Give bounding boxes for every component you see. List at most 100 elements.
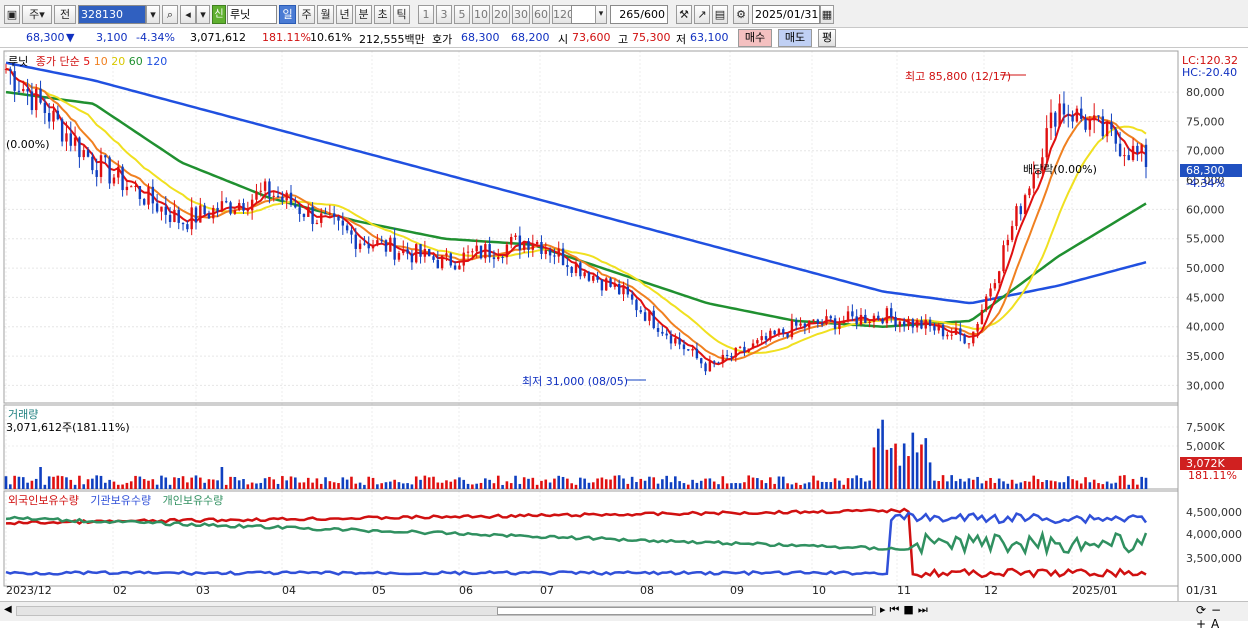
volume-bar (73, 484, 77, 489)
candle-body (1101, 116, 1105, 137)
candle-body (246, 210, 250, 212)
candle-body (1075, 108, 1079, 122)
eval-button[interactable]: 평 (818, 29, 836, 47)
speaker-icon[interactable]: ◂ (180, 5, 196, 24)
volume-bar (82, 484, 86, 489)
scroll-left-icon[interactable]: ◀ (4, 604, 12, 615)
hc-label: HC:-20.40 (1182, 66, 1238, 79)
tool-icon[interactable]: ⚒ (676, 5, 692, 24)
candle-body (250, 199, 254, 211)
scroll-track[interactable] (16, 606, 876, 616)
volume-bar (393, 479, 396, 489)
prefix-button[interactable]: 전 (54, 5, 76, 24)
chevron-down-icon[interactable]: ▾ (196, 5, 210, 24)
minute-button[interactable]: 20 (492, 5, 510, 24)
candle-body (181, 222, 185, 225)
zoom-controls[interactable]: ⟳−+A (1196, 603, 1248, 631)
window-icon[interactable]: ▣ (4, 5, 20, 24)
candle-body (1084, 118, 1087, 130)
chart-svg[interactable]: 30,000 35,000 40,000 45,000 50,000 55,000 60,0… (0, 48, 1248, 601)
gear-icon[interactable]: ⚙ (733, 5, 749, 24)
mode-select[interactable]: 주▾ (22, 5, 52, 24)
volume-bar (358, 482, 362, 489)
candle-body (164, 206, 167, 215)
search-icon[interactable]: ⌕ (162, 5, 178, 24)
candle-body (363, 243, 366, 245)
period-button[interactable]: 분 (355, 5, 372, 24)
candle-body (281, 196, 284, 201)
volume-bar (341, 477, 345, 489)
scroll-thumb[interactable] (497, 607, 873, 615)
volume-bar (639, 478, 643, 489)
minute-button[interactable]: 3 (436, 5, 452, 24)
save-icon[interactable]: ▤ (712, 5, 728, 24)
chevron-down-icon[interactable]: ▾ (146, 5, 160, 24)
volume-bar (652, 477, 656, 489)
x-tick-label: 04 (282, 584, 296, 597)
candle-body (22, 88, 25, 92)
change: 3,100 (96, 31, 128, 44)
candle-body (859, 314, 863, 325)
period-button[interactable]: 일 (279, 5, 296, 24)
chart-area[interactable]: 30,000 35,000 40,000 45,000 50,000 55,000 60,0… (0, 48, 1248, 601)
volume-bar (548, 482, 552, 489)
period-button[interactable]: 월 (317, 5, 334, 24)
volume-bar (600, 477, 604, 489)
calendar-icon[interactable]: ▦ (820, 5, 834, 24)
volume-bar (682, 483, 686, 489)
period-button[interactable]: 초 (374, 5, 391, 24)
volume-bar (1140, 476, 1143, 489)
candle-body (592, 275, 595, 281)
volume-bar (812, 475, 815, 489)
minute-button[interactable]: 30 (512, 5, 530, 24)
minute-button[interactable]: 60 (532, 5, 550, 24)
minute-button[interactable]: 5 (454, 5, 470, 24)
minute-button[interactable]: 120 (552, 5, 574, 24)
volume-bar (216, 480, 219, 489)
volume-bar (250, 482, 254, 489)
sell-button[interactable]: 매도 (778, 29, 812, 47)
price-legend: 루닛 종가 단순 5 10 20 60 120 (8, 53, 167, 69)
candle-body (276, 195, 280, 197)
volume-bar (181, 476, 185, 489)
volume-bar (769, 477, 772, 489)
period-button[interactable]: 년 (336, 5, 353, 24)
candle-body (1080, 108, 1083, 119)
candle-body (1140, 144, 1143, 153)
count-field[interactable]: 265/600 (610, 5, 668, 24)
volume-bar (846, 478, 850, 489)
candle-body (820, 323, 824, 325)
date-input[interactable]: 2025/01/31 (752, 5, 820, 24)
candle-body (462, 252, 465, 266)
playback-controls[interactable]: ▸⏮■⏭ (880, 603, 932, 617)
count-total: /600 (640, 8, 665, 21)
x-tick-label: 03 (196, 584, 210, 597)
period-button[interactable]: 주 (298, 5, 315, 24)
candle-body (307, 206, 310, 217)
minute-button[interactable]: 1 (418, 5, 434, 24)
candle-body (613, 283, 617, 287)
volume-bar (397, 482, 401, 489)
chevron-down-icon[interactable]: ▾ (595, 5, 607, 24)
volume-bar (160, 475, 163, 489)
candle-body (341, 220, 345, 226)
holdings-tick-label: 3,500,000 (1186, 552, 1242, 565)
period-button[interactable]: 틱 (393, 5, 410, 24)
volume-bar (423, 475, 427, 489)
candle-body (920, 320, 923, 329)
down-arrow: ▼ (66, 31, 75, 44)
candle-body (1054, 112, 1057, 127)
volume-bar (518, 483, 522, 489)
buy-button[interactable]: 매수 (738, 29, 772, 47)
code-input[interactable]: 328130 (78, 5, 146, 24)
candle-body (345, 225, 349, 231)
volume-bar (268, 476, 271, 489)
stock-name[interactable]: 루닛 (227, 5, 277, 24)
chart-icon[interactable]: ↗ (694, 5, 710, 24)
volume-bar (60, 476, 64, 489)
low-label: 저 (676, 33, 687, 46)
minute-button[interactable]: 10 (472, 5, 490, 24)
volume-bar (604, 479, 608, 489)
candle-body (954, 328, 958, 335)
candle-body (721, 354, 725, 363)
